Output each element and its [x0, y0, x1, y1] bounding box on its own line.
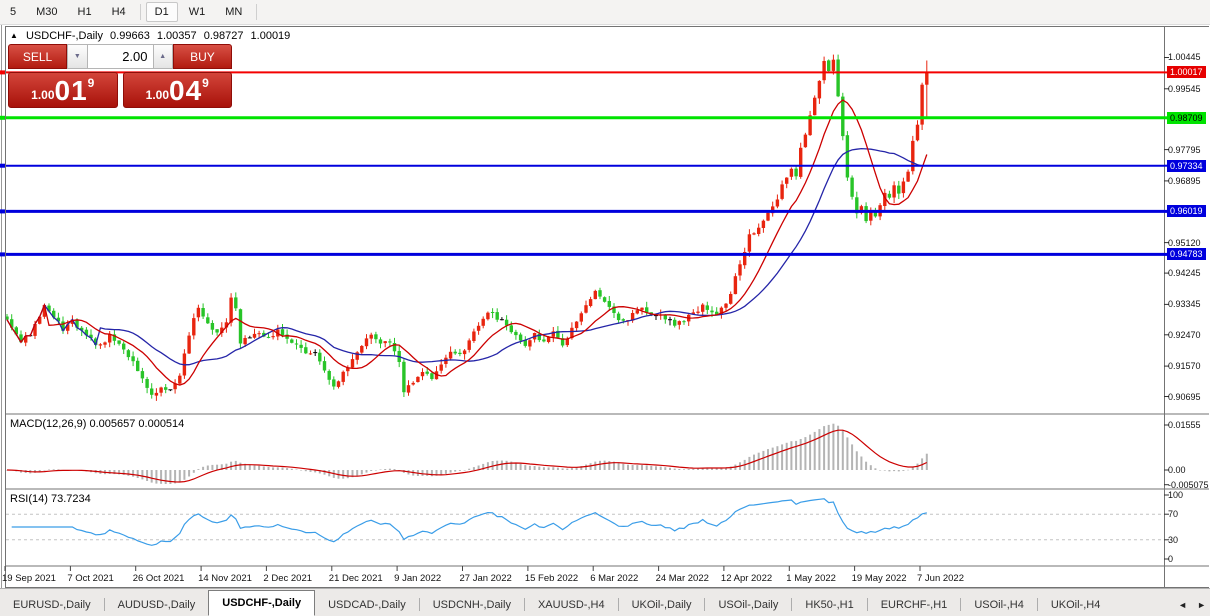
date-axis-label: 19 Sep 2021 — [2, 573, 56, 584]
buy-price-prefix: 1.00 — [145, 88, 169, 102]
macd-indicator-label: MACD(12,26,9) 0.005657 0.000514 — [10, 418, 185, 430]
sell-button[interactable]: SELL — [8, 44, 68, 69]
date-axis-label: 2 Dec 2021 — [263, 573, 313, 584]
tab-eurchf-h1[interactable]: EURCHF-,H1 — [868, 594, 961, 616]
price-axis-label: 0.95120 — [1168, 237, 1201, 248]
timeframe-button-w1[interactable]: W1 — [180, 2, 215, 22]
date-axis-label: 15 Feb 2022 — [524, 573, 579, 584]
timeframe-button-h1[interactable]: H1 — [69, 2, 101, 22]
date-axis-label: 14 Nov 2021 — [198, 573, 252, 584]
tab-usoil-daily[interactable]: USOil-,Daily — [705, 594, 791, 616]
date-axis-label: 24 Mar 2022 — [655, 573, 709, 584]
tab-audusd-daily[interactable]: AUDUSD-,Daily — [105, 594, 209, 616]
rsi-axis-label: 100 — [1168, 490, 1184, 500]
tab-ukoil-h4[interactable]: UKOil-,H4 — [1038, 594, 1114, 616]
rsi-axis-label: 0 — [1168, 554, 1174, 564]
one-click-trading-panel: SELL ▼ 2.00 ▲ BUY 1.00 01 9 1.00 04 9 — [8, 44, 233, 108]
timeframe-toolbar: 5 M30 H1 H4 D1 W1 MN — [0, 0, 1210, 25]
macd-histogram — [6, 423, 928, 484]
chart-symbol-label: USDCHF-,Daily — [25, 30, 103, 42]
rsi-indicator-label: RSI(14) 73.7234 — [10, 493, 91, 505]
price-axis-label: 0.92470 — [1168, 329, 1201, 340]
sell-price-box[interactable]: 1.00 01 9 — [8, 72, 118, 108]
sell-price-pipette: 9 — [87, 76, 95, 90]
symbol-tab-bar: EURUSD-,Daily AUDUSD-,Daily USDCHF-,Daily U… — [0, 588, 1210, 616]
rsi-axis-label: 70 — [1168, 509, 1179, 520]
tab-ukoil-daily[interactable]: UKOil-,Daily — [619, 594, 705, 616]
date-axis-label: 21 Dec 2021 — [328, 573, 383, 584]
buy-button[interactable]: BUY — [172, 44, 233, 69]
buy-price-big-digits: 04 — [169, 75, 203, 106]
date-axis-label: 19 May 2022 — [851, 573, 907, 584]
price-level-badge-blue: 0.96019 — [1167, 205, 1206, 218]
ohlc-high: 1.00357 — [156, 30, 197, 42]
rsi-axis-label: 30 — [1168, 534, 1179, 545]
date-axis-label: 26 Oct 2021 — [132, 573, 185, 584]
timeframe-button-5[interactable]: 5 — [1, 2, 25, 22]
date-axis-label: 12 Apr 2022 — [720, 573, 773, 584]
macd-axis-label: -0.005075 — [1168, 479, 1209, 490]
macd-axis-label: 0.01555 — [1168, 419, 1201, 430]
date-axis-label: 1 May 2022 — [786, 573, 836, 584]
buy-price-box[interactable]: 1.00 04 9 — [122, 72, 232, 108]
tab-hk50-h1[interactable]: HK50-,H1 — [792, 594, 866, 616]
tab-eurusd-daily[interactable]: EURUSD-,Daily — [0, 594, 104, 616]
trading-platform-window: { "toolbar": { "items": ["5", "M30", "H1… — [0, 0, 1210, 616]
ohlc-open: 0.99663 — [110, 30, 150, 42]
price-level-badge-green: 0.98709 — [1167, 111, 1206, 124]
date-axis-label: 9 Jan 2022 — [394, 573, 442, 584]
tab-usdchf-daily[interactable]: USDCHF-,Daily — [208, 590, 316, 616]
sell-price-big-digits: 01 — [54, 75, 88, 106]
price-axis-label: 0.99545 — [1168, 83, 1201, 94]
rsi-line — [11, 498, 927, 546]
collapse-triangle-icon[interactable]: ▲ — [10, 31, 18, 40]
buy-price-pipette: 9 — [202, 76, 209, 90]
price-level-badge-red: 1.00017 — [1167, 66, 1206, 79]
tab-usdcad-daily[interactable]: USDCAD-,Daily — [315, 594, 419, 616]
volume-decrease-spinner[interactable]: ▼ — [67, 44, 88, 69]
moving-average-lines — [6, 99, 928, 386]
date-axis-ticks — [4, 566, 921, 571]
price-level-badge-blue: 0.97334 — [1167, 159, 1206, 172]
macd-signal-line — [6, 429, 928, 483]
tab-usoil-h4[interactable]: USOil-,H4 — [961, 594, 1037, 616]
timeframe-button-d1[interactable]: D1 — [145, 2, 178, 22]
price-axis-label: 0.93345 — [1168, 299, 1201, 310]
date-axis-label: 6 Mar 2022 — [590, 573, 639, 584]
date-axis-label: 27 Jan 2022 — [459, 573, 512, 584]
price-axis-label: 0.94245 — [1168, 268, 1201, 279]
tab-scroll-left-icon[interactable]: ◄ — [1178, 600, 1187, 610]
ohlc-low: 0.98727 — [203, 30, 244, 42]
price-axis-label: 0.96895 — [1168, 175, 1201, 186]
timeframe-button-h4[interactable]: H4 — [103, 2, 135, 22]
sell-price-prefix: 1.00 — [31, 88, 55, 102]
macd-axis-label: 0.00 — [1168, 465, 1186, 475]
price-axis-label: 0.97795 — [1168, 144, 1201, 155]
volume-input[interactable]: 2.00 — [87, 44, 153, 69]
date-axis-label: 7 Oct 2021 — [67, 573, 114, 584]
price-axis-ticks — [1164, 57, 1169, 397]
ohlc-close: 1.00019 — [250, 30, 291, 42]
tab-usdcnh-daily[interactable]: USDCNH-,Daily — [420, 594, 524, 616]
price-axis-label: 0.90695 — [1168, 391, 1201, 402]
chart-title: ▲ USDCHF-,Daily 0.99663 1.00357 0.98727 … — [10, 30, 294, 42]
price-level-badge-blue: 0.94783 — [1167, 248, 1206, 261]
tab-scroll-right-icon[interactable]: ► — [1197, 600, 1206, 610]
tab-xauusd-h4[interactable]: XAUUSD-,H4 — [525, 594, 618, 616]
price-axis-label: 0.91570 — [1168, 361, 1201, 372]
price-axis-label: 1.00445 — [1168, 52, 1201, 63]
toolbar-separator — [256, 4, 258, 20]
pane-frames — [1, 25, 1209, 588]
timeframe-button-m30[interactable]: M30 — [27, 2, 66, 22]
volume-increase-spinner[interactable]: ▲ — [152, 44, 173, 69]
tab-scroll-buttons: ◄ ► — [1178, 600, 1206, 610]
timeframe-button-mn[interactable]: MN — [216, 2, 251, 22]
date-axis-label: 7 Jun 2022 — [916, 573, 964, 584]
toolbar-separator — [139, 4, 141, 20]
rsi-pane — [6, 498, 1164, 546]
